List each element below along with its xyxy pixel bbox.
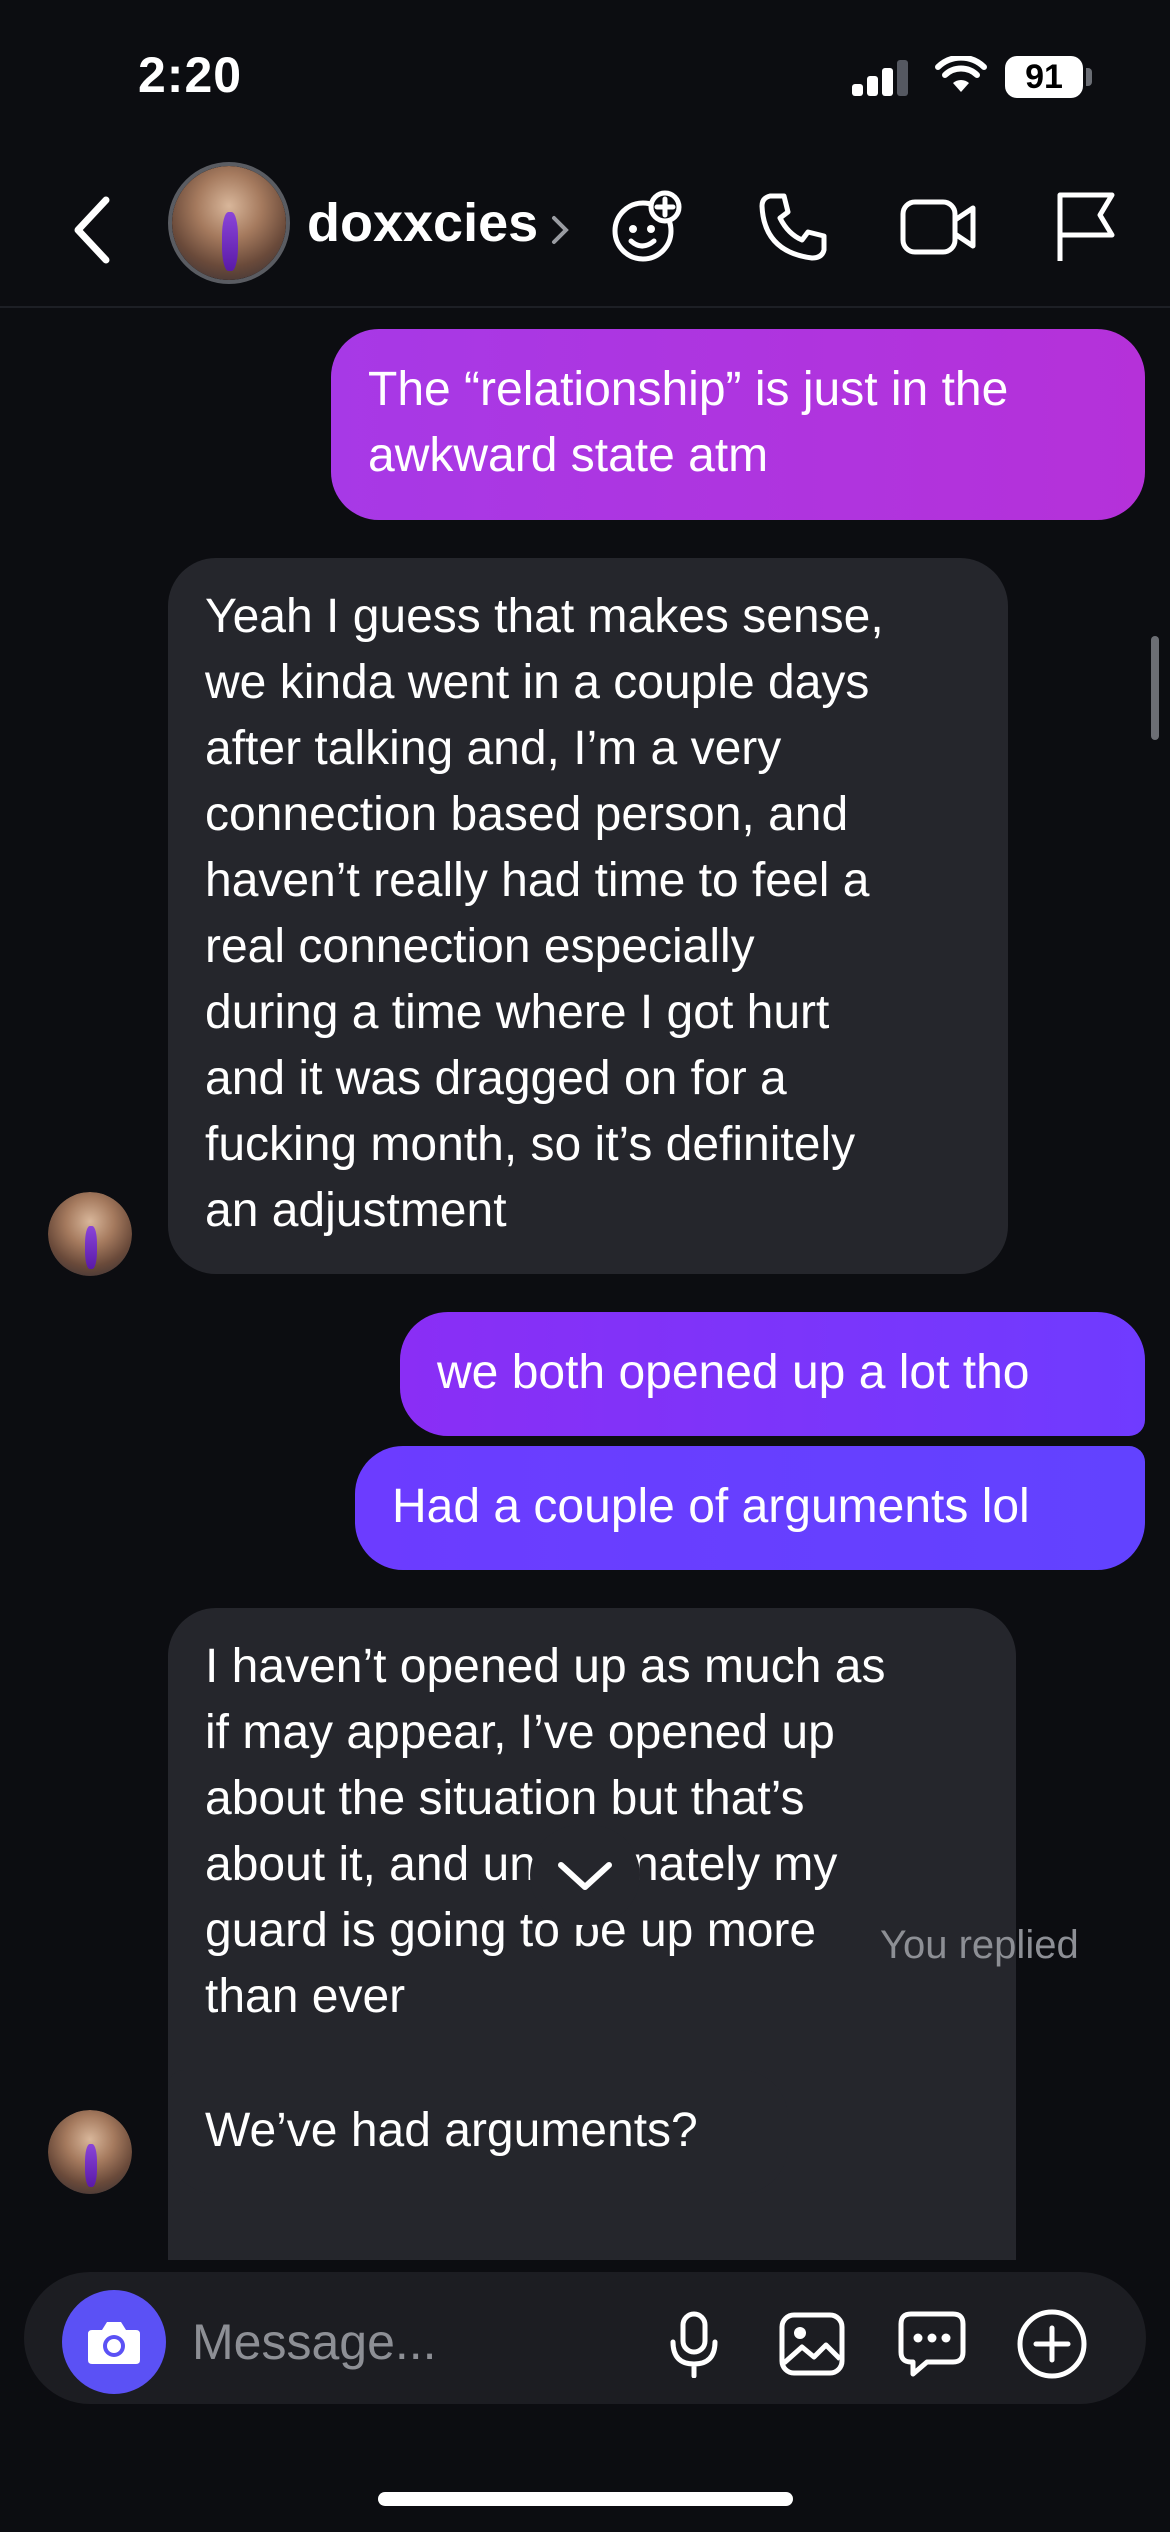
- received-message[interactable]: We’ve had arguments?: [168, 2070, 788, 2194]
- sent-message[interactable]: Had a couple of arguments lol: [355, 1446, 1145, 1570]
- home-indicator[interactable]: [378, 2492, 793, 2506]
- wifi-icon: [935, 56, 987, 92]
- message-composer: [24, 2272, 1146, 2404]
- effects-icon[interactable]: [602, 182, 692, 272]
- sticker-icon[interactable]: [894, 2306, 970, 2382]
- status-time: 2:20: [138, 47, 243, 103]
- scroll-to-bottom-button[interactable]: [530, 1825, 640, 1925]
- microphone-icon[interactable]: [656, 2306, 732, 2382]
- chevron-down-icon: [558, 1862, 612, 1890]
- phone-icon[interactable]: [748, 182, 838, 272]
- camera-button[interactable]: [62, 2290, 166, 2394]
- sent-message[interactable]: we both opened up a lot tho: [400, 1312, 1145, 1436]
- back-icon[interactable]: [62, 190, 122, 270]
- message-input[interactable]: [192, 2312, 652, 2372]
- flag-icon[interactable]: [1040, 182, 1130, 272]
- sent-message[interactable]: The “relationship” is just in the awkwar…: [331, 329, 1145, 520]
- chevron-right-icon[interactable]: [548, 210, 572, 250]
- status-bar: 2:20 91: [0, 0, 1170, 150]
- received-message[interactable]: Yeah I guess that makes sense, we kinda …: [168, 558, 1008, 1274]
- sender-avatar[interactable]: [48, 1192, 132, 1276]
- video-icon[interactable]: [894, 182, 984, 272]
- chat-header: doxxcies: [0, 150, 1170, 308]
- image-icon[interactable]: [774, 2306, 850, 2382]
- signal-icon: [852, 60, 912, 96]
- reply-indicator: You replied: [880, 1923, 1079, 1967]
- battery-tip: [1086, 68, 1092, 86]
- camera-icon: [88, 2322, 140, 2364]
- scrollbar[interactable]: [1151, 636, 1159, 740]
- battery-icon: 91: [1005, 56, 1083, 98]
- avatar[interactable]: [168, 162, 290, 284]
- sender-avatar[interactable]: [48, 2110, 132, 2194]
- contact-username[interactable]: doxxcies: [307, 192, 538, 254]
- plus-icon[interactable]: [1014, 2306, 1090, 2382]
